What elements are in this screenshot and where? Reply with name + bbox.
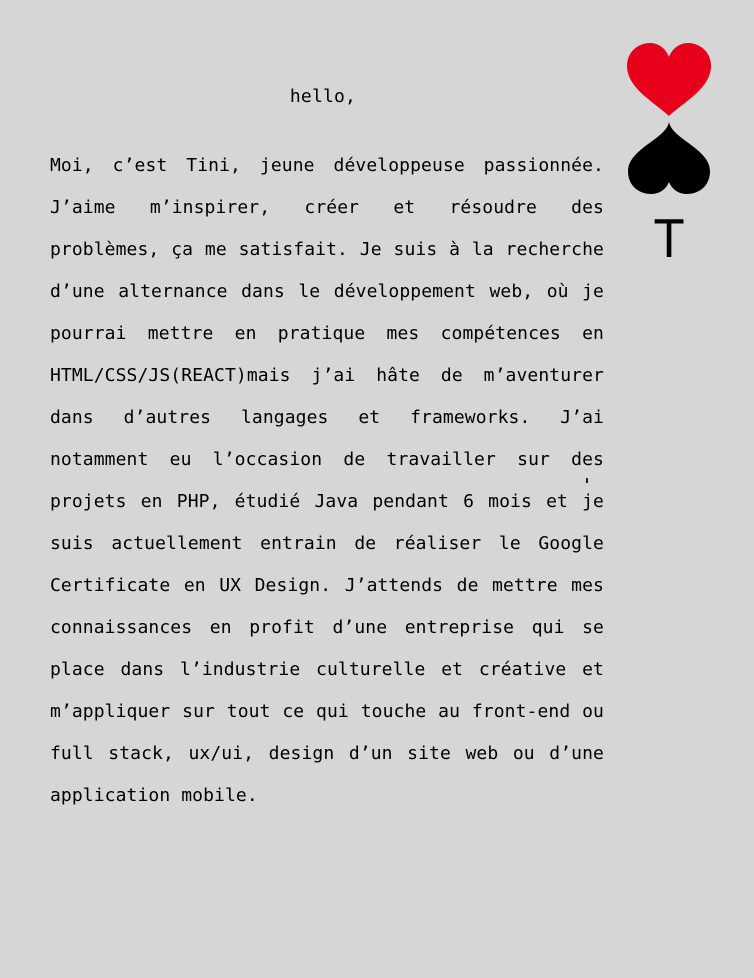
heart-icon	[627, 43, 711, 116]
cursor-mark	[586, 478, 588, 483]
greeting-heading: hello,	[289, 86, 357, 107]
personal-logo[interactable]: T	[624, 40, 714, 270]
spade-icon	[628, 122, 710, 194]
logo-graphic	[627, 43, 711, 194]
bio-paragraph: Moi, c’est Tini, jeune développeuse pass…	[50, 155, 604, 806]
logo-letter: T	[654, 210, 684, 270]
